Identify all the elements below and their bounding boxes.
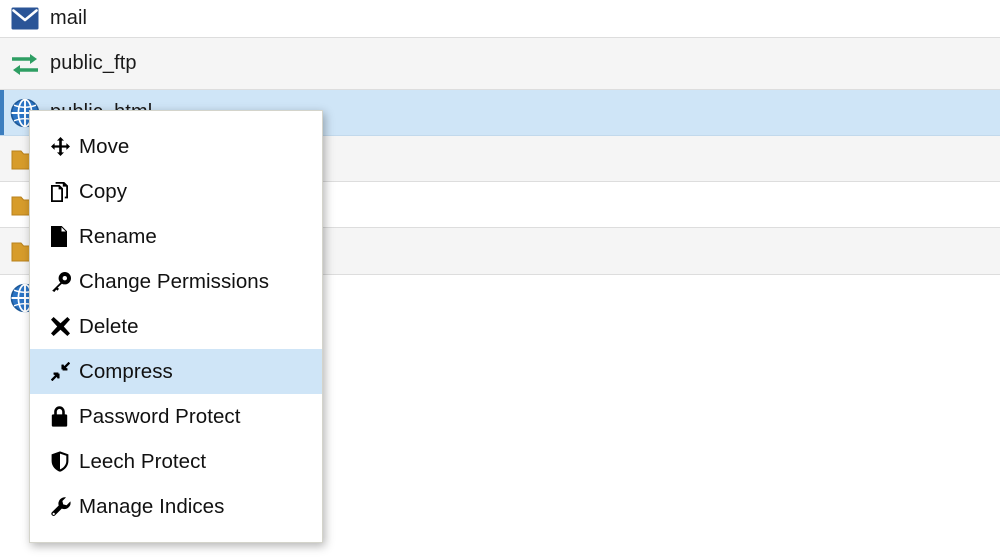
x-mark-icon [51,317,79,336]
file-manager-screen: mail public_ftp Move Copy Rename Change … [0,0,1000,557]
menu-item-leech-protect[interactable]: Leech Protect [30,439,322,484]
arrows-move-icon [51,137,79,156]
menu-item-copy[interactable]: Copy [30,169,322,214]
menu-item-label: Copy [79,179,128,203]
compress-icon [51,362,79,381]
menu-item-change-permissions[interactable]: Change Permissions [30,259,322,304]
context-menu: Move Copy Rename Change Permissions Dele… [29,110,323,543]
menu-item-compress[interactable]: Compress [30,349,322,394]
file-name: mail [50,7,88,29]
key-icon [51,271,79,292]
menu-item-label: Password Protect [79,404,241,428]
menu-item-move[interactable]: Move [30,124,322,169]
file-row-public-ftp[interactable]: public_ftp [0,38,1000,90]
menu-item-label: Move [79,134,130,158]
file-icon [51,226,79,247]
file-row-mail[interactable]: mail [0,0,1000,38]
menu-item-password-protect[interactable]: Password Protect [30,394,322,439]
lock-icon [51,406,79,427]
menu-item-label: Leech Protect [79,449,207,473]
menu-item-label: Manage Indices [79,494,225,518]
copy-files-icon [51,181,79,202]
wrench-icon [51,496,79,517]
menu-item-manage-indices[interactable]: Manage Indices [30,484,322,529]
shield-icon [51,451,79,472]
file-name: public_ftp [50,52,137,74]
menu-item-label: Delete [79,314,139,338]
menu-item-label: Compress [79,359,173,383]
menu-item-rename[interactable]: Rename [30,214,322,259]
menu-item-label: Rename [79,224,157,248]
envelope-icon [0,7,50,30]
menu-item-label: Change Permissions [79,269,270,293]
menu-item-delete[interactable]: Delete [30,304,322,349]
ftp-arrows-icon [0,51,50,77]
